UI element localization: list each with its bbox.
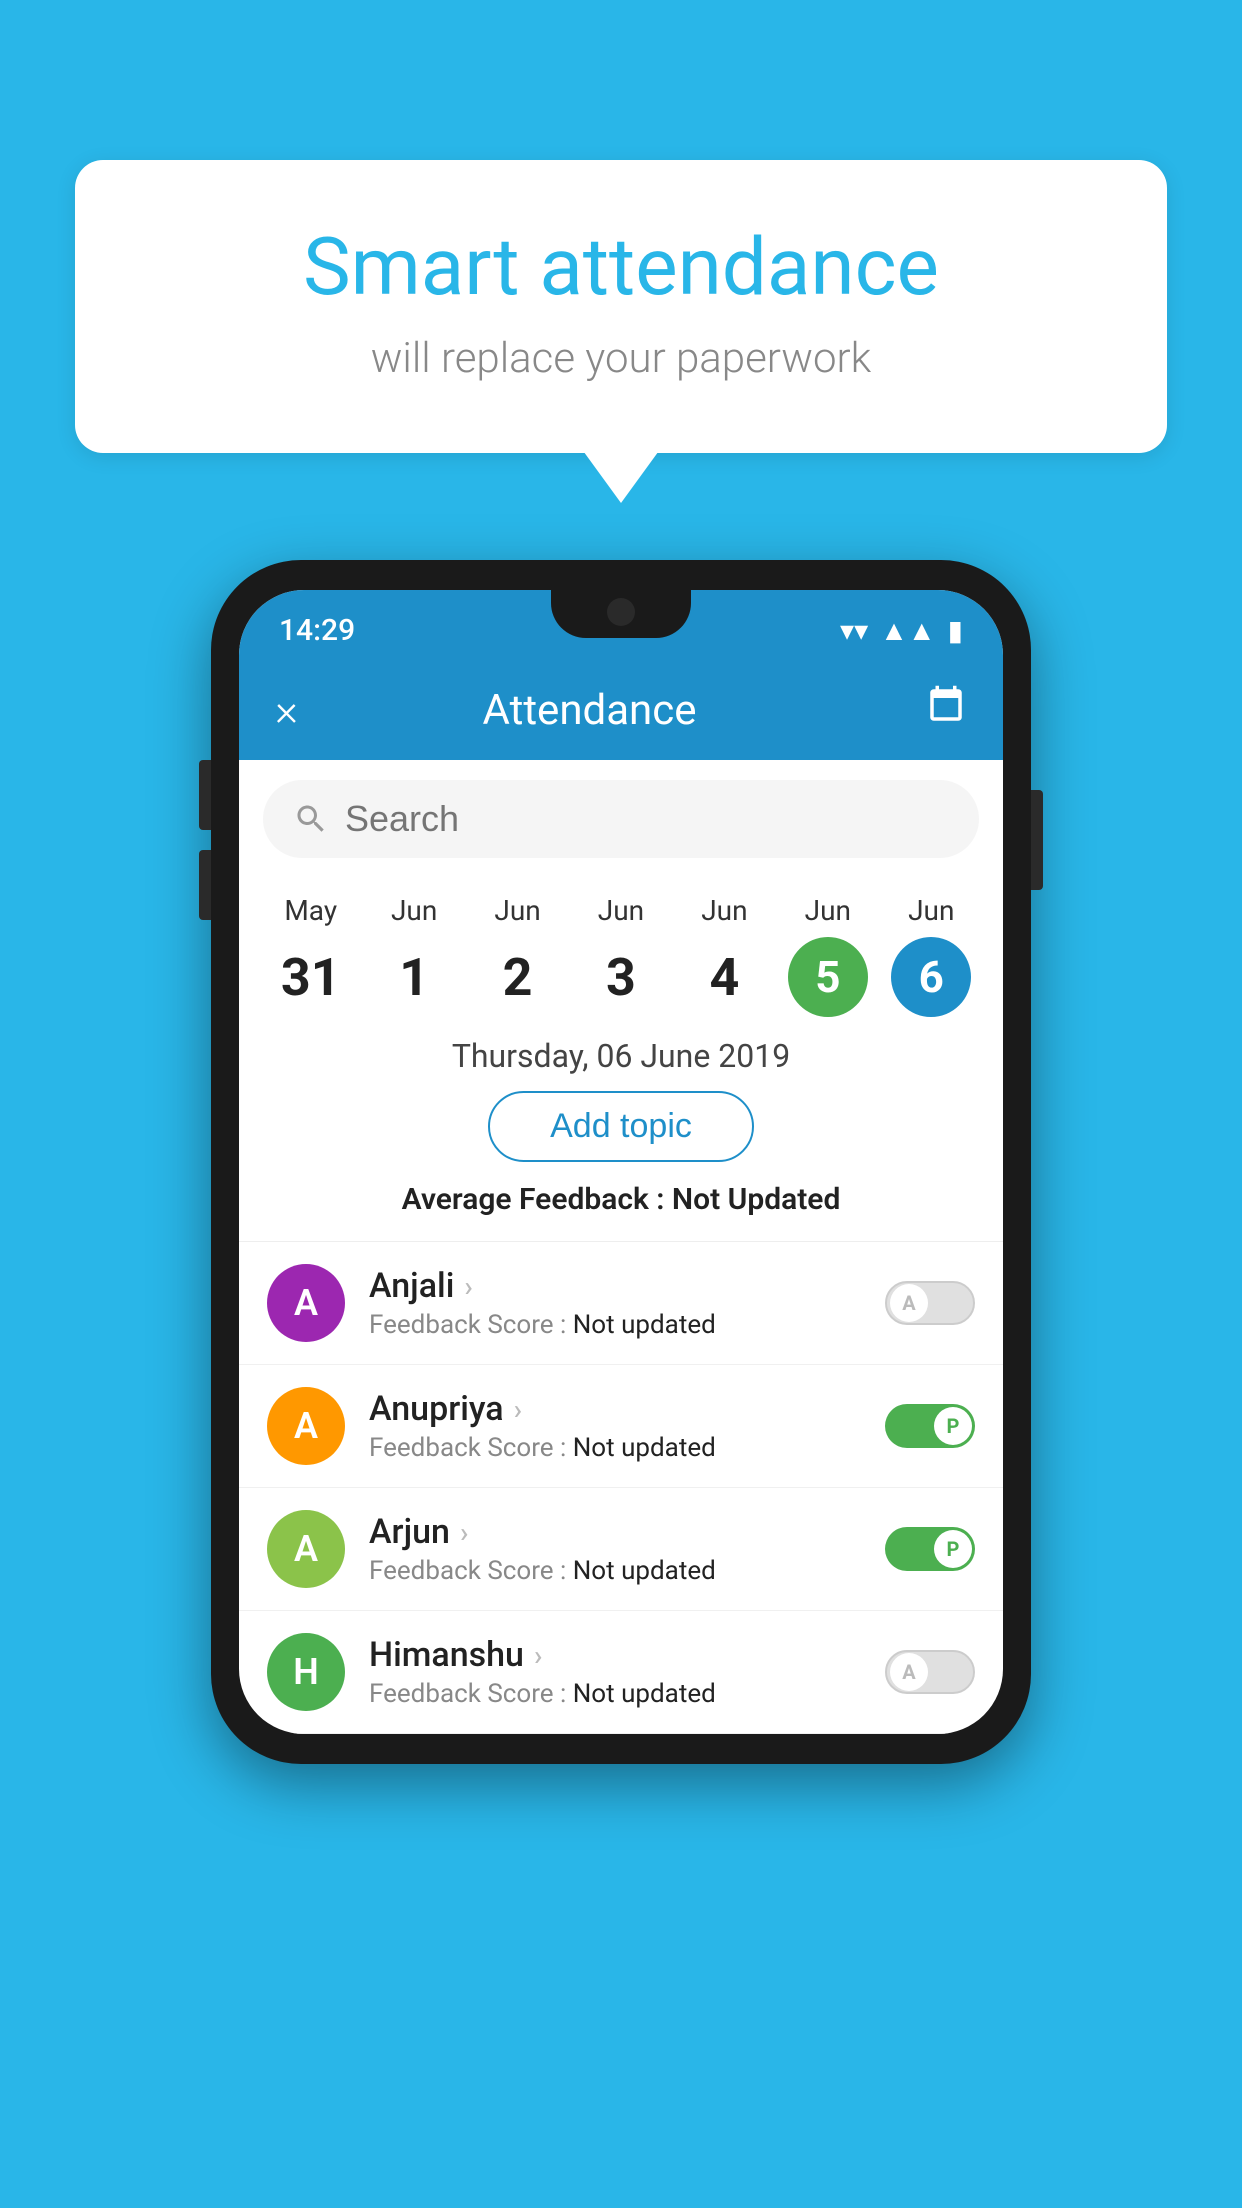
attendance-toggle[interactable]: A [885,1281,975,1325]
front-camera [607,598,635,626]
status-time: 14:29 [279,613,355,648]
student-name: Anupriya › [369,1389,861,1429]
date-month: Jun [805,894,851,927]
date-number: 6 [891,937,971,1017]
date-month: Jun [494,894,540,927]
student-avatar: A [267,1387,345,1465]
date-item[interactable]: Jun 5 [776,894,879,1017]
date-month: Jun [908,894,954,927]
date-item[interactable]: Jun 3 [569,894,672,1017]
app-header: × Attendance [239,660,1003,760]
date-number: 4 [684,937,764,1017]
attendance-toggle[interactable]: P [885,1527,975,1571]
avg-feedback: Average Feedback : Not Updated [239,1182,1003,1217]
chevron-right-icon: › [464,1270,472,1303]
wifi-icon: ▾▾ [840,614,868,647]
attendance-toggle[interactable]: P [885,1404,975,1448]
date-item[interactable]: Jun 1 [362,894,465,1017]
student-item[interactable]: A Arjun › Feedback Score : Not updated P [239,1488,1003,1611]
search-input[interactable] [345,798,949,840]
feedback-value: Not updated [573,1679,716,1709]
toggle-knob: P [934,1407,972,1445]
date-item[interactable]: Jun 2 [466,894,569,1017]
battery-icon: ▮ [948,614,963,647]
phone-frame: 14:29 ▾▾ ▲▲ ▮ × Attendance [211,560,1031,1764]
student-name: Himanshu › [369,1635,861,1675]
student-info: Anjali › Feedback Score : Not updated [369,1266,861,1340]
date-month: Jun [391,894,437,927]
student-feedback: Feedback Score : Not updated [369,1310,861,1340]
date-number: 1 [374,937,454,1017]
speech-bubble-title: Smart attendance [145,220,1097,314]
search-icon [293,801,329,837]
toggle-knob: A [890,1284,928,1322]
feedback-value: Not updated [573,1310,716,1340]
date-month: May [284,894,337,927]
student-name: Anjali › [369,1266,861,1306]
date-number: 3 [581,937,661,1017]
student-avatar: A [267,1264,345,1342]
student-avatar: A [267,1510,345,1588]
speech-bubble-subtitle: will replace your paperwork [145,334,1097,383]
student-info: Anupriya › Feedback Score : Not updated [369,1389,861,1463]
search-container[interactable] [263,780,979,858]
signal-icon: ▲▲ [880,614,935,647]
student-item[interactable]: H Himanshu › Feedback Score : Not updated A [239,1611,1003,1734]
date-item[interactable]: Jun 6 [880,894,983,1017]
phone-wrapper: 14:29 ▾▾ ▲▲ ▮ × Attendance [211,560,1031,1764]
speech-bubble: Smart attendance will replace your paper… [75,160,1167,453]
student-feedback: Feedback Score : Not updated [369,1433,861,1463]
phone-screen: 14:29 ▾▾ ▲▲ ▮ × Attendance [239,590,1003,1734]
toggle-knob: A [890,1653,928,1691]
selected-date-label: Thursday, 06 June 2019 [239,1027,1003,1091]
student-info: Arjun › Feedback Score : Not updated [369,1512,861,1586]
feedback-value: Not updated [573,1433,716,1463]
date-item[interactable]: Jun 4 [673,894,776,1017]
student-feedback: Feedback Score : Not updated [369,1679,861,1709]
student-list: AAnjali ›Feedback Score : Not updatedAAA… [239,1241,1003,1734]
date-item[interactable]: May 31 [259,894,362,1017]
student-info: Himanshu › Feedback Score : Not updated [369,1635,861,1709]
student-name: Arjun › [369,1512,861,1552]
date-month: Jun [598,894,644,927]
power-button [1031,790,1043,890]
date-number: 5 [788,937,868,1017]
calendar-icon[interactable] [925,684,967,736]
date-month: Jun [701,894,747,927]
volume-up-button [199,760,211,830]
feedback-value: Not updated [573,1556,716,1586]
avg-feedback-label: Average Feedback : [402,1182,665,1217]
student-item[interactable]: A Anjali › Feedback Score : Not updated A [239,1242,1003,1365]
date-number: 31 [271,937,351,1017]
volume-down-button [199,850,211,920]
close-button[interactable]: × [275,684,298,736]
toggle-knob: P [934,1530,972,1568]
attendance-toggle[interactable]: A [885,1650,975,1694]
date-number: 2 [478,937,558,1017]
chevron-right-icon: › [534,1639,542,1672]
add-topic-button[interactable]: Add topic [488,1091,754,1162]
date-strip: May 31 Jun 1 Jun 2 Jun 3 Jun 4 Jun 5 Jun 6 [239,878,1003,1027]
student-feedback: Feedback Score : Not updated [369,1556,861,1586]
student-avatar: H [267,1633,345,1711]
student-item[interactable]: A Anupriya › Feedback Score : Not updated P [239,1365,1003,1488]
header-title: Attendance [328,686,851,735]
status-icons: ▾▾ ▲▲ ▮ [840,614,963,647]
phone-notch [551,588,691,638]
chevron-right-icon: › [514,1393,522,1426]
avg-feedback-value: Not Updated [672,1182,840,1217]
chevron-right-icon: › [460,1516,468,1549]
